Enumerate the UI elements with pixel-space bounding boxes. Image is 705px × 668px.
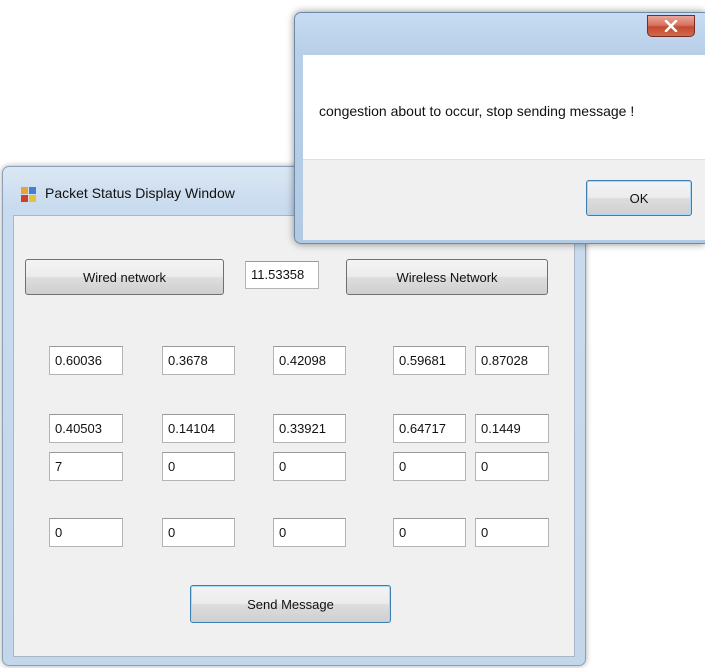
wireless-network-button[interactable]: Wireless Network [346,259,548,295]
message-box-footer: OK [303,159,705,240]
grid-cell-r1-c5[interactable]: 0.87028 [475,346,549,375]
total-value-field[interactable]: 11.53358 [245,261,319,289]
grid-cell-r1-c3[interactable]: 0.42098 [273,346,346,375]
close-icon [664,20,678,32]
message-box-dialog: congestion about to occur, stop sending … [294,12,705,244]
grid-cell-r4-c3[interactable]: 0 [273,518,346,547]
wired-network-button[interactable]: Wired network [25,259,224,295]
ok-button[interactable]: OK [586,180,692,216]
grid-cell-r4-c4[interactable]: 0 [393,518,466,547]
message-box-body: congestion about to occur, stop sending … [303,55,705,240]
grid-cell-r2-c4[interactable]: 0.64717 [393,414,466,443]
grid-cell-r3-c1[interactable]: 7 [49,452,123,481]
grid-cell-r1-c1[interactable]: 0.60036 [49,346,123,375]
grid-cell-r2-c3[interactable]: 0.33921 [273,414,346,443]
grid-cell-r1-c4[interactable]: 0.59681 [393,346,466,375]
send-message-button[interactable]: Send Message [190,585,391,623]
grid-cell-r2-c1[interactable]: 0.40503 [49,414,123,443]
message-text: congestion about to occur, stop sending … [319,103,635,119]
grid-cell-r3-c3[interactable]: 0 [273,452,346,481]
app-icon [21,187,37,203]
grid-cell-r2-c5[interactable]: 0.1449 [475,414,549,443]
grid-cell-r3-c4[interactable]: 0 [393,452,466,481]
grid-cell-r4-c1[interactable]: 0 [49,518,123,547]
grid-cell-r3-c2[interactable]: 0 [162,452,235,481]
grid-cell-r3-c5[interactable]: 0 [475,452,549,481]
window-client-area: Wired network 11.53358 Wireless Network … [13,215,575,657]
grid-cell-r1-c2[interactable]: 0.3678 [162,346,235,375]
close-button[interactable] [647,15,695,37]
grid-cell-r2-c2[interactable]: 0.14104 [162,414,235,443]
window-title: Packet Status Display Window [45,185,235,201]
grid-cell-r4-c5[interactable]: 0 [475,518,549,547]
grid-cell-r4-c2[interactable]: 0 [162,518,235,547]
